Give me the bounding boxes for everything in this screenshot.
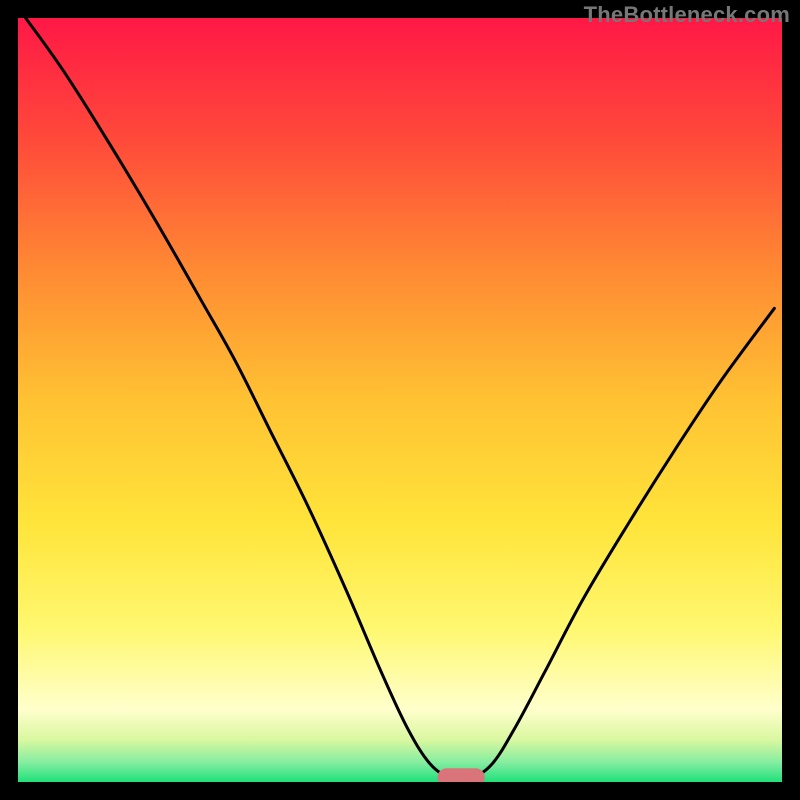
chart-background [18,18,782,782]
watermark-text: TheBottleneck.com [584,2,790,28]
bottleneck-chart [0,0,800,800]
